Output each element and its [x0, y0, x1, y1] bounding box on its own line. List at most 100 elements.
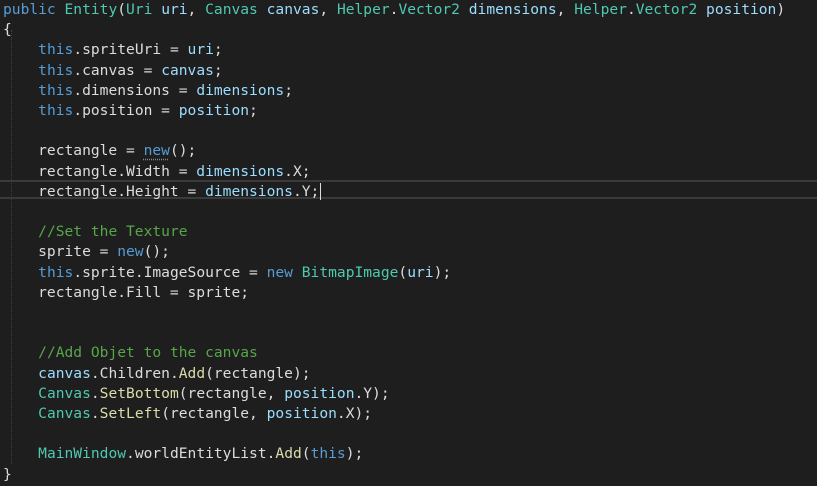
code-token: BitmapImage — [301, 263, 399, 281]
code-token: .Y); — [354, 384, 390, 402]
code-line[interactable]: //Set the Texture — [3, 222, 188, 242]
code-token: ; — [249, 102, 258, 119]
code-line[interactable]: this.position = position; — [3, 101, 258, 121]
code-token: dimensions — [468, 1, 557, 18]
code-line[interactable]: public Entity(Uri uri, Canvas canvas, He… — [3, 0, 785, 20]
code-token: ( — [301, 445, 311, 463]
code-token: this — [38, 263, 74, 281]
code-token: new — [117, 243, 144, 261]
code-editor[interactable]: public Entity(Uri uri, Canvas canvas, He… — [0, 0, 817, 486]
code-token: this — [38, 61, 74, 79]
code-token: ; — [213, 61, 223, 79]
code-token: .spriteUri = — [73, 41, 188, 59]
code-token: Vector2 — [398, 1, 460, 18]
code-token: .X); — [336, 405, 373, 422]
code-line[interactable]: Canvas.SetLeft(rectangle, position.X); — [3, 404, 372, 424]
code-line[interactable]: this.spriteUri = uri; — [3, 40, 223, 60]
code-token: .dimensions = — [73, 81, 197, 99]
code-token: .sprite.ImageSource = — [73, 263, 267, 281]
code-line[interactable]: rectangle = new(); — [3, 141, 196, 161]
code-token: this — [38, 81, 74, 99]
code-line[interactable]: MainWindow.worldEntityList.Add(this); — [3, 444, 363, 464]
code-token: SetBottom — [99, 384, 179, 402]
code-line[interactable]: } — [3, 465, 12, 485]
code-token: public — [3, 1, 65, 18]
code-token: (rectangle); — [205, 364, 311, 382]
code-token: position — [706, 1, 777, 18]
code-token: ; — [284, 81, 293, 99]
code-token: .Children. — [90, 364, 179, 382]
code-token: position — [178, 102, 250, 119]
code-token: new — [143, 142, 170, 160]
code-token: rectangle.Fill = sprite; — [3, 283, 250, 301]
code-token: this — [310, 445, 346, 463]
code-token: ; — [213, 41, 223, 59]
code-token: MainWindow — [38, 445, 127, 463]
code-line[interactable]: rectangle.Height = dimensions.Y; — [3, 182, 322, 202]
code-token: , — [319, 1, 337, 18]
code-line[interactable]: this.sprite.ImageSource = new BitmapImag… — [3, 263, 451, 283]
code-token: Add — [178, 364, 206, 382]
code-line[interactable]: rectangle.Width = dimensions.X; — [3, 162, 311, 182]
code-token: , — [187, 1, 206, 18]
code-token: Canvas — [38, 384, 91, 402]
code-line[interactable]: this.canvas = canvas; — [3, 61, 223, 81]
code-token: canvas — [38, 364, 91, 382]
code-token: (); — [169, 142, 197, 160]
code-line[interactable]: this.dimensions = dimensions; — [3, 81, 293, 101]
code-token: } — [3, 465, 12, 483]
code-line[interactable]: Canvas.SetBottom(rectangle, position.Y); — [3, 384, 390, 404]
code-token: dimensions — [205, 182, 293, 200]
code-token: Entity — [64, 1, 118, 18]
code-token: //Add Objet to the canvas — [38, 344, 258, 362]
code-token: Helper — [574, 1, 627, 18]
code-token: uri — [161, 1, 188, 18]
code-token: ( — [117, 1, 127, 18]
code-line[interactable]: sprite = new(); — [3, 242, 170, 262]
code-token: new — [266, 263, 293, 281]
code-token: //Set the Texture — [38, 223, 188, 241]
code-token: sprite = — [3, 243, 118, 261]
code-token: { — [3, 21, 12, 39]
code-token: Canvas — [38, 405, 91, 422]
code-token: Canvas — [205, 1, 258, 18]
code-token: canvas — [266, 1, 320, 18]
code-token: ); — [433, 263, 452, 281]
code-token: rectangle = — [3, 142, 144, 160]
code-token: Vector2 — [635, 1, 698, 18]
code-token: ) — [776, 1, 786, 18]
text-cursor — [320, 183, 322, 201]
code-token: (rectangle, — [161, 405, 267, 422]
code-token: ( — [398, 263, 408, 281]
code-token: Add — [275, 445, 302, 463]
code-token: position — [266, 405, 337, 422]
code-token: canvas — [161, 61, 214, 79]
code-line[interactable]: canvas.Children.Add(rectangle); — [3, 364, 311, 384]
code-line[interactable]: rectangle.Fill = sprite; — [3, 283, 249, 303]
code-token: rectangle.Width = — [3, 162, 197, 180]
code-token: .X; — [284, 162, 311, 180]
code-token: .Y; — [292, 182, 320, 200]
code-token: dimensions — [196, 81, 285, 99]
code-line[interactable]: { — [3, 20, 12, 40]
code-token: (rectangle, — [178, 384, 285, 402]
code-token: ); — [345, 445, 364, 463]
code-token: . — [626, 1, 636, 18]
code-token: rectangle.Height = — [3, 182, 206, 200]
code-token: , — [556, 1, 575, 18]
code-line[interactable]: //Add Objet to the canvas — [3, 343, 258, 363]
code-token: dimensions — [196, 162, 285, 180]
